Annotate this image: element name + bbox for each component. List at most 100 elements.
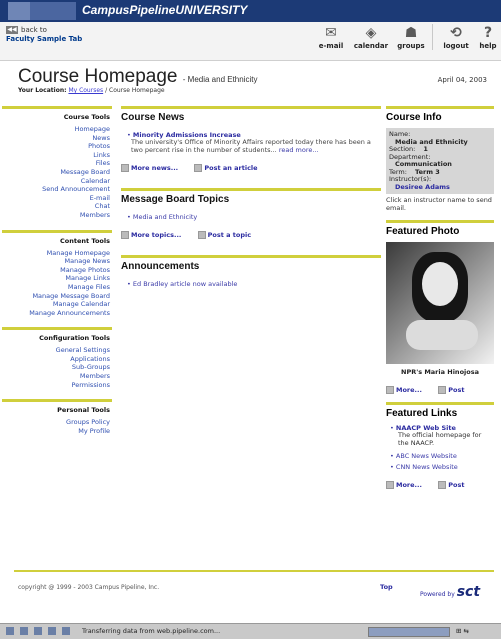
- powered-by-logo: Powered by sct: [420, 584, 480, 600]
- tray-icons: ⊞ ⇆: [456, 627, 469, 635]
- sidebar-item-config-members[interactable]: Members: [2, 372, 110, 381]
- sidebar-item-applications[interactable]: Applications: [2, 355, 110, 364]
- name-label: Name:: [389, 130, 411, 138]
- arrow-box-icon: [438, 481, 447, 489]
- logout-button[interactable]: ⟲ logout: [437, 24, 475, 50]
- page-status-icon: [6, 627, 14, 635]
- sidebar-item-manage-news[interactable]: Manage News: [2, 257, 110, 266]
- course-info-panel: Course Info Name: Media and Ethnicity Se…: [386, 106, 494, 212]
- post-topic-link[interactable]: Post a topic: [197, 231, 251, 239]
- post-photo-link[interactable]: Post: [438, 386, 464, 394]
- status-text: Transferring data from web.pipeline.com.…: [82, 627, 221, 635]
- help-button[interactable]: ? help: [477, 24, 499, 50]
- announcement-label: Ed Bradley article now available: [132, 280, 238, 288]
- arrow-box-icon: [121, 164, 129, 172]
- instructor-note: Click an instructor name to send email.: [386, 196, 492, 212]
- featured-photo-image[interactable]: [386, 242, 494, 364]
- sidebar-item-manage-files[interactable]: Manage Files: [2, 283, 110, 292]
- back-line2: Faculty Sample Tab: [6, 35, 83, 43]
- back-link[interactable]: ◀◀ back to Faculty Sample Tab: [6, 26, 82, 44]
- sidebar-item-send-announcement[interactable]: Send Announcement: [2, 185, 110, 194]
- footer-divider: [14, 570, 494, 572]
- photo-face-shape: [422, 262, 458, 306]
- news-body-text: The university's Office of Minority Affa…: [131, 138, 371, 154]
- arrow-box-icon: [438, 386, 447, 394]
- calendar-icon: ◈: [365, 25, 377, 41]
- top-link[interactable]: Top: [380, 583, 393, 591]
- announcement-item[interactable]: • Ed Bradley article now available: [127, 280, 381, 288]
- offline-icon: [48, 627, 56, 635]
- sidebar-item-members[interactable]: Members: [2, 211, 110, 220]
- course-news-title: Course News: [121, 112, 185, 123]
- copyright-text: copyright @ 1999 - 2003 Campus Pipeline,…: [18, 584, 160, 591]
- sidebar-item-manage-links[interactable]: Manage Links: [2, 274, 110, 283]
- photo-caption: NPR's Maria Hinojosa: [401, 368, 479, 376]
- sidebar-item-news[interactable]: News: [2, 134, 110, 143]
- sidebar-item-chat[interactable]: Chat: [2, 202, 110, 211]
- read-more-link[interactable]: read more...: [279, 146, 319, 154]
- breadcrumb-my-courses-link[interactable]: My Courses: [68, 87, 103, 94]
- sidebar-item-manage-message-board[interactable]: Manage Message Board: [2, 292, 110, 301]
- more-news-link[interactable]: More news...: [121, 164, 178, 172]
- more-links-link[interactable]: More...: [386, 481, 422, 489]
- sidebar-item-message-board[interactable]: Message Board: [2, 168, 110, 177]
- progress-bar: [368, 627, 450, 637]
- right-column: Course Info Name: Media and Ethnicity Se…: [386, 106, 494, 497]
- sidebar-item-manage-homepage[interactable]: Manage Homepage: [2, 249, 110, 258]
- sidebar-item-permissions[interactable]: Permissions: [2, 381, 110, 390]
- logout-icon: ⟲: [450, 25, 462, 41]
- arrow-box-icon: [194, 164, 203, 172]
- post-article-label: Post an article: [204, 164, 258, 172]
- cookie-icon: [62, 627, 70, 635]
- sidebar-item-my-profile[interactable]: My Profile: [2, 427, 110, 436]
- featured-link-label: CNN News Website: [395, 463, 458, 471]
- sidebar-item-photos[interactable]: Photos: [2, 142, 110, 151]
- featured-link-cnn[interactable]: • CNN News Website: [390, 463, 494, 471]
- topic-item[interactable]: • Media and Ethnicity: [127, 213, 381, 221]
- post-article-link[interactable]: Post an article: [194, 164, 258, 172]
- sidebar-item-general-settings[interactable]: General Settings: [2, 346, 110, 355]
- top-banner: CampusPipelineUNIVERSITY: [0, 0, 501, 22]
- sidebar-item-manage-calendar[interactable]: Manage Calendar: [2, 300, 110, 309]
- sidebar-item-links[interactable]: Links: [2, 151, 110, 160]
- sidebar-item-manage-photos[interactable]: Manage Photos: [2, 266, 110, 275]
- email-button[interactable]: ✉ e-mail: [312, 24, 350, 50]
- photo-arm-shape: [406, 320, 478, 350]
- course-info-box: Name: Media and Ethnicity Section: 1 Dep…: [386, 128, 494, 194]
- more-photos-link[interactable]: More...: [386, 386, 422, 394]
- nav-icons: ✉ e-mail ◈ calendar ☗ groups ⟲ logout ? …: [310, 24, 499, 50]
- breadcrumb-current: / Course Homepage: [105, 87, 165, 94]
- featured-photo-title: Featured Photo: [386, 226, 460, 237]
- post-link-link[interactable]: Post: [438, 481, 464, 489]
- instructor-label: Instructor(s):: [389, 175, 432, 183]
- instructor-link[interactable]: Desiree Adams: [395, 183, 491, 192]
- department-value: Communication: [395, 160, 452, 168]
- personal-tools-box: Personal Tools Groups Policy My Profile: [2, 399, 112, 441]
- more-topics-label: More topics...: [131, 231, 182, 239]
- course-tools-box: Course Tools Homepage News Photos Links …: [2, 106, 112, 226]
- powered-by-text: Powered by: [420, 591, 455, 598]
- back-line1: back to: [21, 26, 47, 34]
- main-content: Course News • Minority Admissions Increa…: [121, 106, 381, 304]
- brand-name: CampusPipelineUNIVERSITY: [82, 3, 248, 17]
- groups-button[interactable]: ☗ groups: [392, 24, 430, 50]
- envelope-icon: ✉: [325, 25, 337, 41]
- personal-tools-title: Personal Tools: [57, 406, 110, 415]
- calendar-button[interactable]: ◈ calendar: [352, 24, 390, 50]
- more-topics-link[interactable]: More topics...: [121, 231, 181, 239]
- featured-photo-panel: Featured Photo NPR's Maria Hinojosa More…: [386, 220, 494, 394]
- sidebar-item-files[interactable]: Files: [2, 159, 110, 168]
- featured-link-abc[interactable]: • ABC News Website: [390, 452, 494, 460]
- sidebar-item-email[interactable]: E-mail: [2, 194, 110, 203]
- sidebar-item-sub-groups[interactable]: Sub-Groups: [2, 363, 110, 372]
- arrow-box-icon: [386, 481, 394, 489]
- message-board-title: Message Board Topics: [121, 194, 230, 205]
- sidebar-item-calendar[interactable]: Calendar: [2, 177, 110, 186]
- arrow-box-icon: [121, 231, 129, 239]
- sidebar-item-homepage[interactable]: Homepage: [2, 125, 110, 134]
- post-link-label: Post: [448, 481, 465, 489]
- left-sidebar: Course Tools Homepage News Photos Links …: [2, 106, 112, 445]
- sidebar-item-groups-policy[interactable]: Groups Policy: [2, 418, 110, 427]
- sidebar-item-manage-announcements[interactable]: Manage Announcements: [2, 309, 110, 318]
- course-tools-title: Course Tools: [63, 113, 110, 121]
